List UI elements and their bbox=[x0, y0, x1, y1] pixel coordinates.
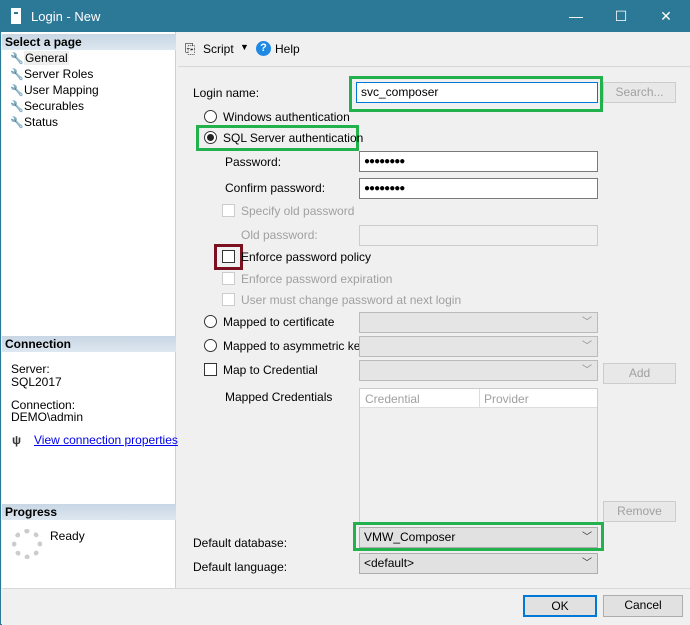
sql-auth-label[interactable]: SQL Server authentication bbox=[223, 131, 363, 145]
asym-key-select[interactable]: ﹀ bbox=[359, 336, 598, 357]
sidebar: Select a page 🔧General 🔧Server Roles 🔧Us… bbox=[2, 32, 178, 588]
windows-auth-radio[interactable] bbox=[204, 110, 217, 123]
login-name-input[interactable]: svc_composer bbox=[356, 82, 598, 103]
progress-spinner-icon bbox=[12, 529, 42, 559]
wrench-icon: 🔧 bbox=[10, 69, 24, 81]
chevron-down-icon: ﹀ bbox=[582, 532, 592, 543]
column-credential[interactable]: Credential bbox=[365, 392, 420, 406]
certificate-select[interactable]: ﹀ bbox=[359, 312, 598, 333]
close-button[interactable]: ✕ bbox=[646, 5, 686, 27]
login-name-label: Login name: bbox=[193, 86, 260, 100]
script-dropdown-icon[interactable]: ▼ bbox=[240, 42, 249, 52]
must-change-label: User must change password at next login bbox=[241, 293, 462, 307]
title-bar: Login - New — ☐ ✕ bbox=[1, 1, 690, 32]
enforce-policy-checkbox[interactable] bbox=[222, 250, 235, 263]
connection-value: DEMO\admin bbox=[11, 410, 84, 424]
chevron-down-icon: ﹀ bbox=[582, 365, 592, 376]
sql-auth-radio[interactable] bbox=[204, 131, 217, 144]
chevron-down-icon: ﹀ bbox=[582, 341, 592, 352]
password-label: Password: bbox=[225, 155, 282, 169]
mapped-certificate-label[interactable]: Mapped to certificate bbox=[223, 315, 334, 329]
server-value: SQL2017 bbox=[11, 375, 62, 389]
cancel-button[interactable]: Cancel bbox=[603, 595, 683, 617]
mapped-credentials-label: Mapped Credentials bbox=[225, 390, 333, 404]
old-password-label: Old password: bbox=[241, 228, 318, 242]
server-icon bbox=[11, 8, 21, 24]
credential-select[interactable]: ﹀ bbox=[359, 360, 598, 381]
progress-header: Progress bbox=[2, 504, 176, 520]
login-dialog: Login - New — ☐ ✕ Select a page 🔧General… bbox=[0, 0, 690, 625]
remove-button[interactable]: Remove bbox=[603, 501, 676, 522]
enforce-policy-label[interactable]: Enforce password policy bbox=[241, 250, 371, 264]
window-title: Login - New bbox=[31, 9, 101, 24]
wrench-icon: 🔧 bbox=[10, 53, 24, 65]
view-connection-properties-link[interactable]: View connection properties bbox=[34, 433, 178, 447]
mapped-certificate-radio[interactable] bbox=[204, 315, 217, 328]
plug-icon: ψ bbox=[12, 433, 22, 447]
mapped-credentials-grid[interactable]: Credential Provider bbox=[359, 388, 598, 524]
sidebar-item-status[interactable]: 🔧Status bbox=[10, 114, 58, 130]
add-button[interactable]: Add bbox=[603, 363, 676, 384]
server-label: Server: bbox=[11, 362, 50, 376]
mapped-asym-key-radio[interactable] bbox=[204, 339, 217, 352]
password-input[interactable]: ●●●●●●●● bbox=[359, 151, 598, 172]
mapped-asym-key-label[interactable]: Mapped to asymmetric key bbox=[223, 339, 366, 353]
chevron-down-icon: ﹀ bbox=[582, 317, 592, 328]
maximize-button[interactable]: ☐ bbox=[601, 5, 641, 27]
sidebar-item-securables[interactable]: 🔧Securables bbox=[10, 98, 84, 114]
script-button[interactable]: Script bbox=[203, 42, 234, 56]
default-database-select[interactable]: VMW_Composer ﹀ bbox=[359, 527, 598, 548]
must-change-checkbox[interactable] bbox=[222, 293, 235, 306]
script-icon: ⎘ bbox=[185, 41, 196, 56]
sidebar-item-general[interactable]: 🔧General bbox=[10, 50, 69, 66]
select-page-header: Select a page bbox=[2, 34, 176, 50]
ok-button[interactable]: OK bbox=[523, 595, 597, 617]
connection-header: Connection bbox=[2, 336, 176, 352]
wrench-icon: 🔧 bbox=[10, 101, 24, 113]
help-button[interactable]: Help bbox=[275, 42, 300, 56]
wrench-icon: 🔧 bbox=[10, 117, 24, 129]
sidebar-item-user-mapping[interactable]: 🔧User Mapping bbox=[10, 82, 99, 98]
default-language-select[interactable]: <default> ﹀ bbox=[359, 553, 598, 574]
search-button[interactable]: Search... bbox=[603, 82, 676, 103]
dialog-button-bar: OK Cancel bbox=[2, 588, 690, 625]
specify-old-password-checkbox[interactable] bbox=[222, 204, 235, 217]
map-credential-checkbox[interactable] bbox=[204, 363, 217, 376]
default-language-label: Default language: bbox=[193, 560, 288, 574]
enforce-expiration-label: Enforce password expiration bbox=[241, 272, 393, 286]
grid-header: Credential Provider bbox=[360, 389, 597, 408]
help-icon[interactable]: ? bbox=[256, 41, 271, 56]
map-credential-label[interactable]: Map to Credential bbox=[223, 363, 318, 377]
specify-old-password-label: Specify old password bbox=[241, 204, 355, 218]
confirm-password-label: Confirm password: bbox=[225, 181, 326, 195]
wrench-icon: 🔧 bbox=[10, 85, 24, 97]
column-provider[interactable]: Provider bbox=[484, 392, 529, 406]
toolbar: ⎘ Script ▼ ? Help bbox=[178, 32, 690, 67]
chevron-down-icon: ﹀ bbox=[582, 558, 592, 569]
progress-status: Ready bbox=[50, 529, 85, 543]
minimize-button[interactable]: — bbox=[556, 5, 596, 27]
enforce-expiration-checkbox[interactable] bbox=[222, 272, 235, 285]
sidebar-item-server-roles[interactable]: 🔧Server Roles bbox=[10, 66, 93, 82]
windows-auth-label[interactable]: Windows authentication bbox=[223, 110, 350, 124]
old-password-input[interactable] bbox=[359, 225, 598, 246]
default-database-label: Default database: bbox=[193, 536, 288, 550]
confirm-password-input[interactable]: ●●●●●●●● bbox=[359, 178, 598, 199]
